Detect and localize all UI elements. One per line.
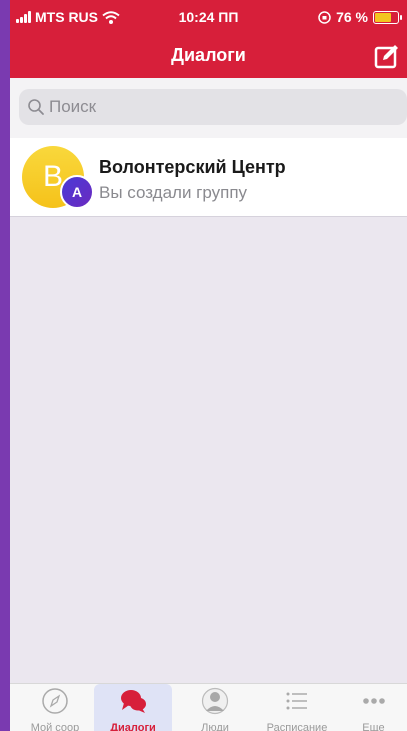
tab-people[interactable]: Люди (176, 684, 254, 731)
status-bar: MTS RUS 10:24 ПП 76 % (10, 0, 407, 34)
battery-fill (375, 12, 392, 22)
search-icon (28, 99, 44, 115)
battery-icon (373, 10, 402, 24)
compass-icon (42, 688, 68, 714)
tab-label: Еще (362, 722, 385, 731)
page-title: Диалоги (171, 45, 246, 65)
search-area (10, 78, 407, 138)
tab-label: Расписание (266, 722, 328, 731)
avatar-badge: A (60, 175, 94, 209)
list-icon (286, 692, 307, 710)
compose-button[interactable] (373, 42, 401, 70)
person-icon (201, 687, 229, 715)
status-right: 76 % (318, 9, 402, 25)
tab-label: Диалоги (110, 722, 156, 731)
tab-label: Люди (201, 722, 229, 731)
rotation-lock-icon (318, 10, 331, 24)
chat-bubbles-icon (121, 690, 146, 713)
more-dots-icon (362, 698, 385, 704)
dialog-list-item[interactable]: B A Волонтерский Центр Вы создали группу (10, 138, 407, 217)
dialog-title: Волонтерский Центр (99, 157, 286, 177)
search-box[interactable] (19, 89, 407, 125)
tab-more[interactable]: Еще (340, 684, 407, 731)
tab-my-community[interactable]: Мой соор (16, 684, 94, 731)
tab-bar: Мой соор Диалоги Люди Расписание Еще (10, 683, 407, 731)
tab-dialogs[interactable]: Диалоги (94, 684, 172, 731)
navigation-bar: Диалоги (10, 34, 407, 78)
tab-label: Мой соор (30, 722, 80, 731)
search-input[interactable] (49, 97, 369, 117)
dialog-last-message: Вы создали группу (99, 183, 248, 202)
phone-screen: MTS RUS 10:24 ПП 76 % Диалоги Поиск B A … (10, 0, 407, 731)
tab-schedule[interactable]: Расписание (258, 684, 336, 731)
battery-percent: 76 % (336, 9, 368, 25)
